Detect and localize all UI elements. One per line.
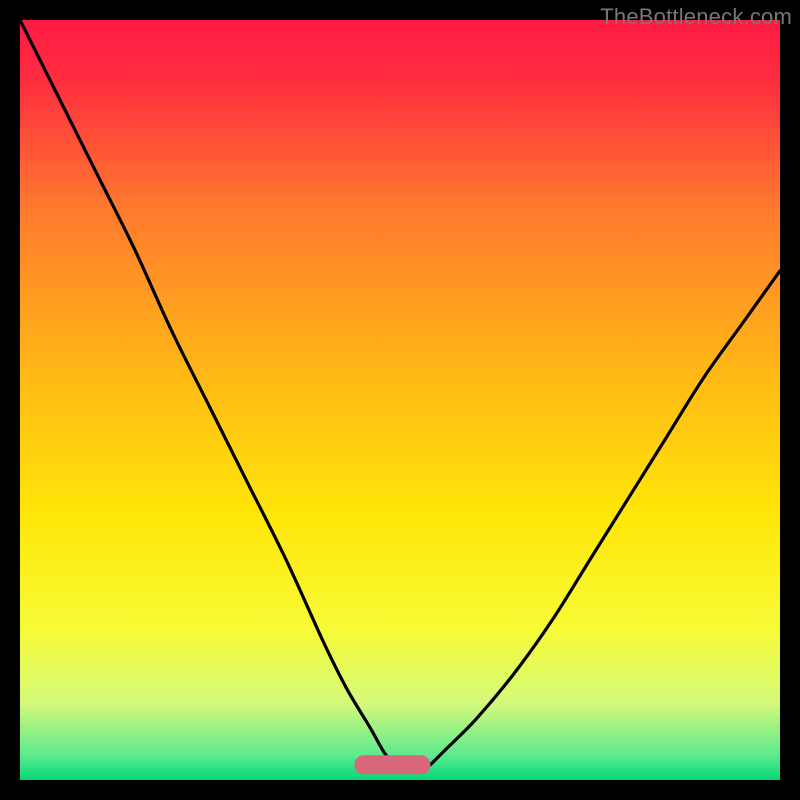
minimum-marker: [354, 755, 430, 774]
plot-area: [20, 20, 780, 780]
gradient-background: [20, 20, 780, 780]
watermark-text: TheBottleneck.com: [600, 4, 792, 30]
chart-svg: [20, 20, 780, 780]
chart-container: TheBottleneck.com: [0, 0, 800, 800]
